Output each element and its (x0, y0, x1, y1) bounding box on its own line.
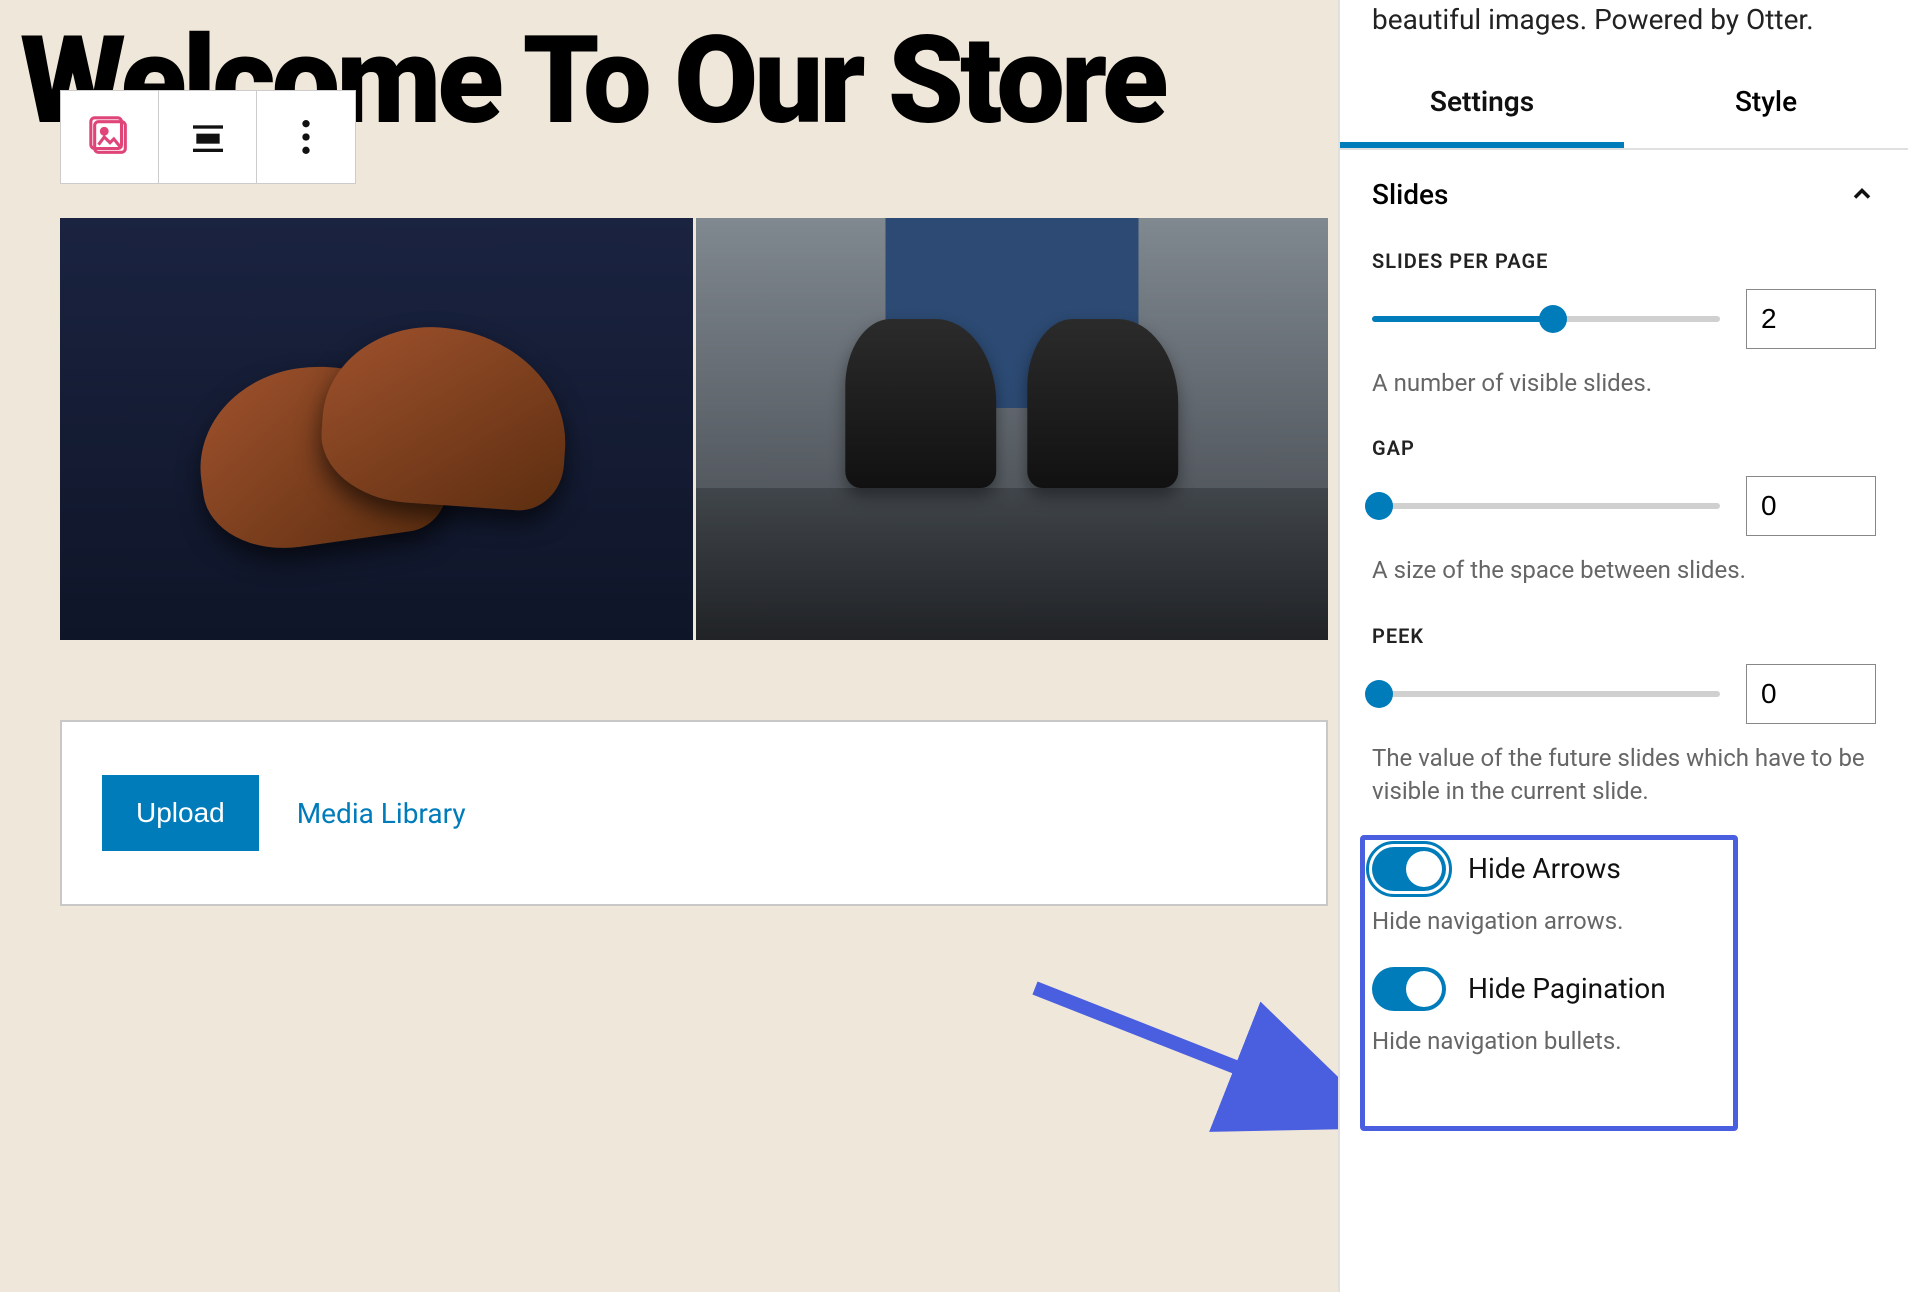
slides-per-page-label: SLIDES PER PAGE (1340, 239, 1908, 283)
hide-arrows-toggle[interactable] (1372, 847, 1446, 891)
slides-panel-title: Slides (1372, 178, 1448, 211)
hide-pagination-toggle[interactable] (1372, 967, 1446, 1011)
block-description: beautiful images. Powered by Otter. (1340, 0, 1908, 61)
tab-settings[interactable]: Settings (1340, 61, 1624, 148)
slides-per-page-help: A number of visible slides. (1340, 355, 1908, 427)
media-library-link[interactable]: Media Library (297, 797, 466, 830)
peek-slider[interactable] (1372, 691, 1720, 697)
slides-panel-header[interactable]: Slides (1340, 150, 1908, 239)
gap-slider[interactable] (1372, 503, 1720, 509)
gap-help: A size of the space between slides. (1340, 542, 1908, 614)
slides-per-page-slider[interactable] (1372, 316, 1720, 322)
hide-arrows-label: Hide Arrows (1468, 852, 1621, 885)
peek-input[interactable] (1746, 664, 1876, 724)
sidebar-tabs: Settings Style (1340, 61, 1908, 150)
slider-block-icon[interactable] (61, 91, 159, 183)
chevron-up-icon (1848, 180, 1876, 208)
inspector-sidebar: beautiful images. Powered by Otter. Sett… (1338, 0, 1908, 1292)
peek-label: PEEK (1340, 614, 1908, 658)
editor-canvas: Welcome To Our Store Upload Media Librar… (0, 0, 1400, 1292)
media-upload-panel: Upload Media Library (60, 720, 1328, 906)
hide-arrows-help: Hide navigation arrows. (1340, 897, 1908, 961)
slide-2 (696, 218, 1329, 640)
slider-preview[interactable] (60, 218, 1328, 640)
peek-help: The value of the future slides which hav… (1340, 730, 1908, 835)
more-options-icon[interactable] (257, 91, 355, 183)
align-icon[interactable] (159, 91, 257, 183)
tab-style[interactable]: Style (1624, 61, 1908, 148)
hide-pagination-label: Hide Pagination (1468, 972, 1666, 1005)
upload-button[interactable]: Upload (102, 775, 259, 851)
block-toolbar (60, 90, 356, 184)
slide-1 (60, 218, 693, 640)
hide-pagination-help: Hide navigation bullets. (1340, 1017, 1908, 1085)
gap-input[interactable] (1746, 476, 1876, 536)
slides-per-page-input[interactable] (1746, 289, 1876, 349)
gap-label: GAP (1340, 426, 1908, 470)
